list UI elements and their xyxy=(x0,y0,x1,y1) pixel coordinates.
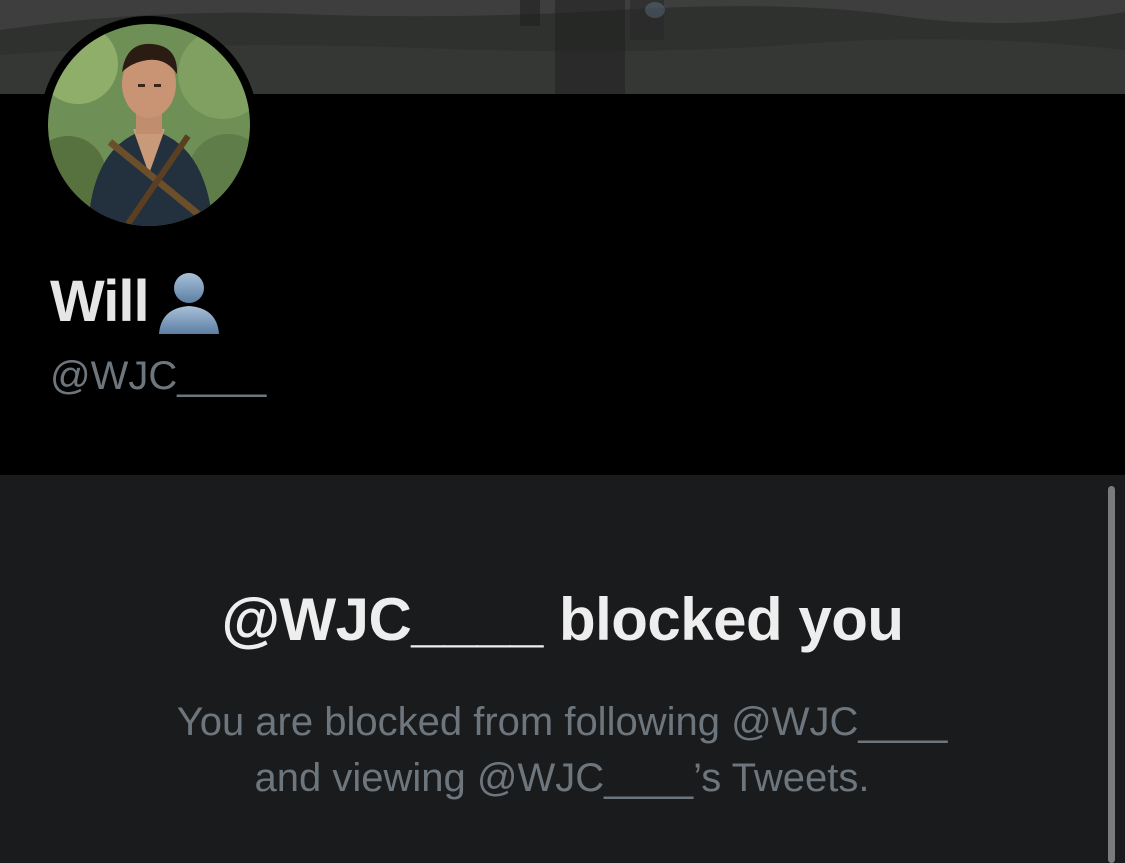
blocked-description-line: You are blocked from following @WJC____ xyxy=(176,700,948,744)
scrollbar[interactable] xyxy=(1108,486,1115,863)
blocked-description: You are blocked from following @WJC____ … xyxy=(112,694,1012,806)
display-name: Will xyxy=(50,269,150,334)
bust-in-silhouette-icon xyxy=(153,268,225,336)
display-name-row: Will xyxy=(50,268,225,336)
blocked-title: @WJC____ blocked you xyxy=(221,586,904,653)
avatar-image xyxy=(48,24,250,226)
profile-handle: @WJC____ xyxy=(50,354,267,398)
profile-avatar[interactable] xyxy=(40,16,258,234)
blocked-description-line: and viewing @WJC____’s Tweets. xyxy=(254,756,870,800)
